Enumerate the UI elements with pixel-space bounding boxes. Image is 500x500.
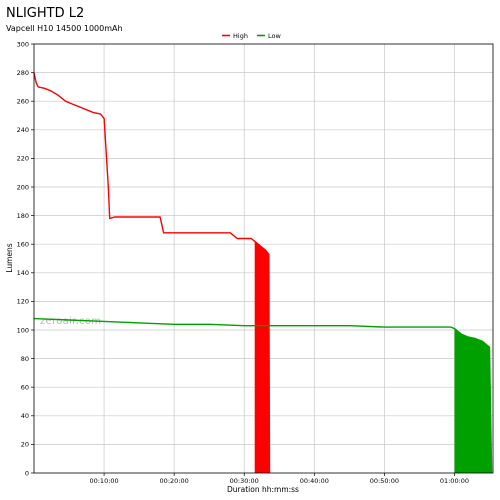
y-tick-label: 240	[17, 126, 29, 134]
series-fills	[254, 241, 492, 473]
x-tick-label: 00:30:00	[230, 477, 259, 485]
x-tick-label: 00:10:00	[89, 477, 118, 485]
runtime-chart: 0 20 40 60 80 100 120 140 160 180 200 220 240 260 280 3…	[5, 32, 494, 494]
legend: High Low	[222, 32, 281, 40]
y-tick-label: 300	[17, 40, 29, 48]
x-tick-label: 00:50:00	[370, 477, 399, 485]
y-tick-label: 0	[25, 469, 29, 477]
y-tick-label: 40	[21, 412, 29, 420]
y-tick-label: 20	[21, 441, 29, 449]
y-tick-label: 120	[17, 298, 29, 306]
x-axis-label: Duration hh:mm:ss	[227, 485, 299, 494]
y-tick-label: 100	[17, 326, 29, 334]
y-tick-label: 80	[21, 355, 29, 363]
legend-label-high: High	[233, 32, 248, 40]
y-axis-label: Lumens	[5, 243, 14, 272]
y-tick-label: 60	[21, 384, 29, 392]
y-tick-label: 200	[17, 183, 29, 191]
x-axis-ticks: 00:10:00 00:20:00 00:30:00 00:40:00 00:50:00…	[89, 473, 469, 485]
series-tail-fill-low	[454, 328, 492, 473]
y-tick-label: 140	[17, 269, 29, 277]
y-tick-label: 180	[17, 212, 29, 220]
y-tick-label: 280	[17, 69, 29, 77]
y-tick-label: 260	[17, 98, 29, 106]
series-tail-fill-high	[254, 241, 270, 473]
y-axis-ticks: 0 20 40 60 80 100 120 140 160 180 200 220 240 260 280 3…	[17, 40, 34, 477]
y-tick-label: 220	[17, 155, 29, 163]
y-tick-label: 160	[17, 241, 29, 249]
x-tick-label: 01:00:00	[440, 477, 469, 485]
legend-label-low: Low	[268, 32, 281, 40]
x-tick-label: 00:20:00	[160, 477, 189, 485]
x-tick-label: 00:40:00	[300, 477, 329, 485]
